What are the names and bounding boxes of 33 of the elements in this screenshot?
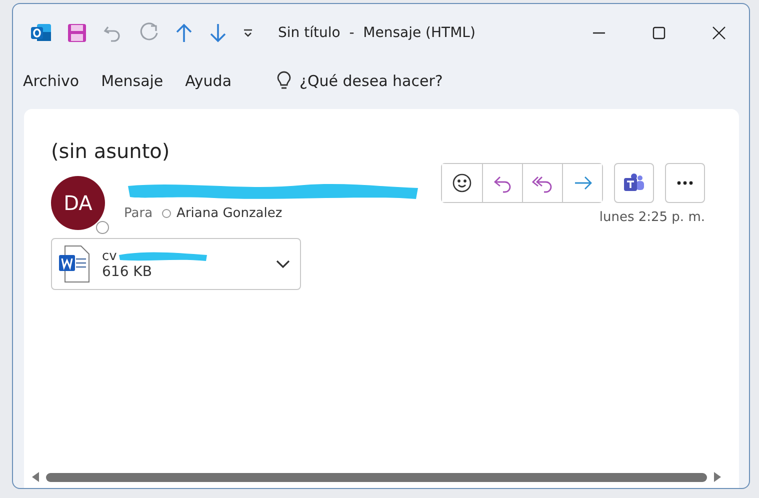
recipient-name[interactable]: Ariana Gonzalez bbox=[176, 206, 282, 221]
arrow-up-icon[interactable] bbox=[174, 22, 194, 44]
presence-status-icon bbox=[96, 221, 109, 234]
smiley-icon bbox=[452, 173, 472, 193]
chevron-down-icon[interactable] bbox=[276, 260, 290, 268]
presence-status-icon bbox=[162, 209, 171, 218]
mail-app-icon[interactable] bbox=[30, 22, 52, 44]
word-document-icon bbox=[58, 245, 90, 283]
more-icon bbox=[677, 181, 693, 185]
maximize-icon[interactable] bbox=[652, 26, 666, 40]
menu-tab[interactable]: Archivo bbox=[23, 72, 92, 90]
attachment-name: cv bbox=[102, 248, 117, 264]
lightbulb-icon[interactable] bbox=[276, 71, 292, 91]
scroll-right-icon[interactable] bbox=[713, 472, 721, 482]
sender-initials: DA bbox=[64, 191, 92, 215]
message-time: lunes 2:25 p. m. bbox=[599, 210, 705, 225]
save-icon[interactable] bbox=[66, 22, 88, 44]
attachment-size: 616 KB bbox=[102, 264, 153, 280]
teams-button[interactable] bbox=[614, 163, 654, 203]
chat-app-icon bbox=[623, 173, 645, 193]
forward-button[interactable] bbox=[562, 164, 602, 202]
search-field[interactable]: ¿Qué desea hacer? bbox=[300, 72, 470, 90]
menu-tab[interactable]: Mensaje bbox=[101, 72, 176, 90]
scroll-left-icon[interactable] bbox=[32, 472, 40, 482]
window-title: Sin título - Mensaje (HTML) bbox=[278, 25, 476, 41]
arrow-down-icon[interactable] bbox=[208, 22, 228, 44]
message-subject: (sin asunto) bbox=[51, 139, 171, 163]
close-icon[interactable] bbox=[712, 26, 726, 40]
to-label: Para bbox=[124, 206, 153, 221]
horizontal-scrollbar[interactable] bbox=[46, 472, 707, 482]
caret-icon[interactable] bbox=[242, 27, 254, 39]
menu-tab[interactable]: Ayuda bbox=[185, 72, 244, 90]
attachment-card[interactable]: cv 616 KB bbox=[51, 238, 301, 290]
